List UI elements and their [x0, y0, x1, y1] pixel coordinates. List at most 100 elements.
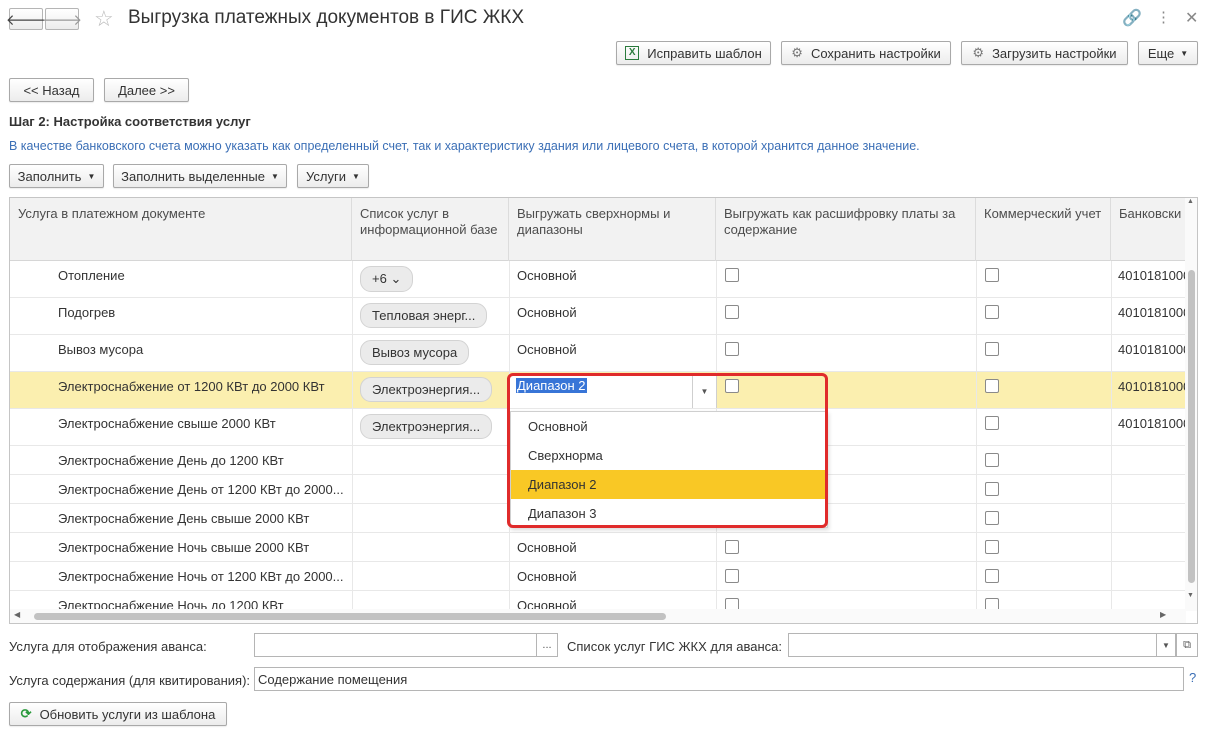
commercial-checkbox[interactable] [985, 342, 999, 356]
commercial-checkbox[interactable] [985, 453, 999, 467]
overnorm-mode[interactable]: Основной [517, 261, 712, 297]
commercial-checkbox[interactable] [985, 511, 999, 525]
overnorm-mode[interactable]: Основной [517, 562, 712, 590]
scroll-right-icon[interactable]: ▶ [1160, 610, 1166, 619]
horizontal-scrollbar[interactable]: ◀ ▶ [10, 609, 1186, 623]
gis-list-open-button[interactable]: ⧉ [1176, 633, 1198, 657]
table-row[interactable]: Подогрев Тепловая энерг... Основной 4010181… [10, 298, 1186, 335]
maintenance-checkbox[interactable] [725, 569, 739, 583]
maintenance-checkbox[interactable] [725, 305, 739, 319]
maintenance-label: Услуга содержания (для квитирования): [9, 673, 251, 688]
wizard-next-button[interactable]: Далее >> [104, 78, 189, 102]
chevron-down-icon: ▼ [270, 171, 279, 181]
arrow-left-icon: 🡐 [5, 11, 47, 29]
fix-template-button[interactable]: X Исправить шаблон [616, 41, 771, 65]
gis-list-label: Список услуг ГИС ЖКХ для аванса: [567, 639, 782, 654]
service-name: Электроснабжение День до 1200 КВт [58, 453, 284, 468]
range-option[interactable]: Сверхнорма [511, 441, 827, 470]
close-icon[interactable]: ✕ [1185, 8, 1198, 28]
commercial-cell [976, 533, 1016, 561]
commercial-checkbox[interactable] [985, 569, 999, 583]
range-option-selected[interactable]: Диапазон 2 [511, 470, 827, 499]
scroll-left-icon[interactable]: ◀ [14, 610, 20, 619]
load-settings-icon: ⚙ [972, 45, 985, 60]
horizontal-scroll-thumb[interactable] [34, 613, 666, 620]
service-chip[interactable]: Тепловая энерг... [360, 303, 488, 328]
maintenance-cell [716, 372, 756, 408]
more-vertical-icon[interactable]: ⋮ [1156, 8, 1171, 26]
service-chip[interactable]: Вывоз мусора [360, 340, 470, 365]
scroll-up-icon[interactable]: ▲ [1187, 198, 1194, 205]
table-header: Услуга в платежном документе Список услу… [10, 198, 1186, 261]
range-select-editor[interactable]: Диапазон 2 ▼ [510, 374, 717, 408]
commercial-cell [976, 409, 1016, 445]
gis-list-dropdown-button[interactable]: ▼ [1156, 633, 1176, 657]
commercial-checkbox[interactable] [985, 305, 999, 319]
advance-service-choose-button[interactable]: ... [536, 633, 558, 657]
maintenance-field[interactable]: Содержание помещения [254, 667, 1184, 691]
commercial-checkbox[interactable] [985, 482, 999, 496]
fill-selected-button[interactable]: Заполнить выделенные ▼ [113, 164, 287, 188]
fill-button[interactable]: Заполнить ▼ [9, 164, 104, 188]
service-list-cell[interactable]: Тепловая энерг... [360, 298, 508, 334]
refresh-services-button[interactable]: ⟳ Обновить услуги из шаблона [9, 702, 227, 726]
service-name: Электроснабжение Ночь от 1200 КВт до 200… [58, 569, 344, 584]
service-list-cell[interactable]: Электроэнергия... [360, 409, 508, 445]
wizard-back-button[interactable]: << Назад [9, 78, 94, 102]
service-list-cell[interactable]: Вывоз мусора [360, 335, 508, 371]
column-header-service[interactable]: Услуга в платежном документе [10, 198, 352, 261]
range-options-list[interactable]: Основной Сверхнорма Диапазон 2 Диапазон … [510, 411, 828, 528]
help-icon[interactable]: ? [1189, 670, 1196, 685]
maintenance-checkbox[interactable] [725, 342, 739, 356]
commercial-checkbox[interactable] [985, 379, 999, 393]
step-title: Шаг 2: Настройка соответствия услуг [9, 114, 251, 129]
maintenance-checkbox[interactable] [725, 540, 739, 554]
commercial-cell [976, 298, 1016, 334]
commercial-checkbox[interactable] [985, 416, 999, 430]
table-row[interactable]: Отопление +6 ⌄ Основной 4010181000 [10, 261, 1186, 298]
service-list-cell[interactable]: +6 ⌄ [360, 261, 508, 297]
maintenance-checkbox[interactable] [725, 268, 739, 282]
back-nav-button[interactable]: 🡐 [5, 8, 47, 30]
commercial-checkbox[interactable] [985, 268, 999, 282]
range-select-value[interactable]: Диапазон 2 [516, 378, 587, 393]
gis-list-field[interactable] [788, 633, 1157, 657]
service-chip[interactable]: Электроэнергия... [360, 414, 493, 439]
services-button[interactable]: Услуги ▼ [297, 164, 369, 188]
vertical-scroll-thumb[interactable] [1188, 270, 1195, 583]
chevron-down-icon[interactable]: ▼ [692, 374, 716, 408]
link-icon[interactable]: 🔗 [1122, 8, 1142, 28]
commercial-checkbox[interactable] [985, 540, 999, 554]
service-chip-label: Электроэнергия... [372, 419, 481, 434]
commercial-cell [976, 475, 1016, 503]
save-settings-button[interactable]: ⚙ Сохранить настройки [781, 41, 951, 65]
maintenance-cell [716, 335, 756, 371]
service-chip[interactable]: Электроэнергия... [360, 377, 493, 402]
more-services-chip[interactable]: +6 ⌄ [360, 266, 414, 292]
table-row[interactable]: Электроснабжение Ночь от 1200 КВт до 200… [10, 562, 1186, 591]
scroll-down-icon[interactable]: ▼ [1187, 592, 1194, 599]
more-button[interactable]: Еще ▼ [1138, 41, 1198, 65]
table-row[interactable]: Вывоз мусора Вывоз мусора Основной 40101810… [10, 335, 1186, 372]
forward-nav-button[interactable]: 🡒 [42, 8, 82, 30]
chevron-down-icon: ▼ [1180, 48, 1189, 58]
range-option[interactable]: Диапазон 3 [511, 499, 827, 528]
column-header-service-list[interactable]: Список услуг в информационной базе [352, 198, 509, 261]
vertical-scrollbar[interactable]: ▲ ▼ [1185, 198, 1197, 611]
maintenance-checkbox[interactable] [725, 379, 739, 393]
favorite-star-icon[interactable]: ☆ [94, 6, 114, 32]
excel-icon: X [625, 46, 640, 60]
load-settings-button[interactable]: ⚙ Загрузить настройки [961, 41, 1128, 65]
column-header-maintenance[interactable]: Выгружать как расшифровку платы за содер… [716, 198, 976, 261]
column-header-bank-account[interactable]: Банковски [1111, 198, 1191, 261]
advance-service-field[interactable] [254, 633, 537, 657]
overnorm-mode[interactable]: Основной [517, 335, 712, 371]
column-header-commercial[interactable]: Коммерческий учет [976, 198, 1111, 261]
overnorm-mode[interactable]: Основной [517, 298, 712, 334]
overnorm-mode[interactable]: Основной [517, 533, 712, 561]
service-list-cell[interactable]: Электроэнергия... [360, 372, 508, 408]
table-row[interactable]: Электроснабжение Ночь свыше 2000 КВт Осно… [10, 533, 1186, 562]
column-header-overnorm[interactable]: Выгружать сверхнормы и диапазоны [509, 198, 716, 261]
chevron-down-icon: ▼ [352, 171, 360, 181]
range-option[interactable]: Основной [511, 412, 827, 441]
